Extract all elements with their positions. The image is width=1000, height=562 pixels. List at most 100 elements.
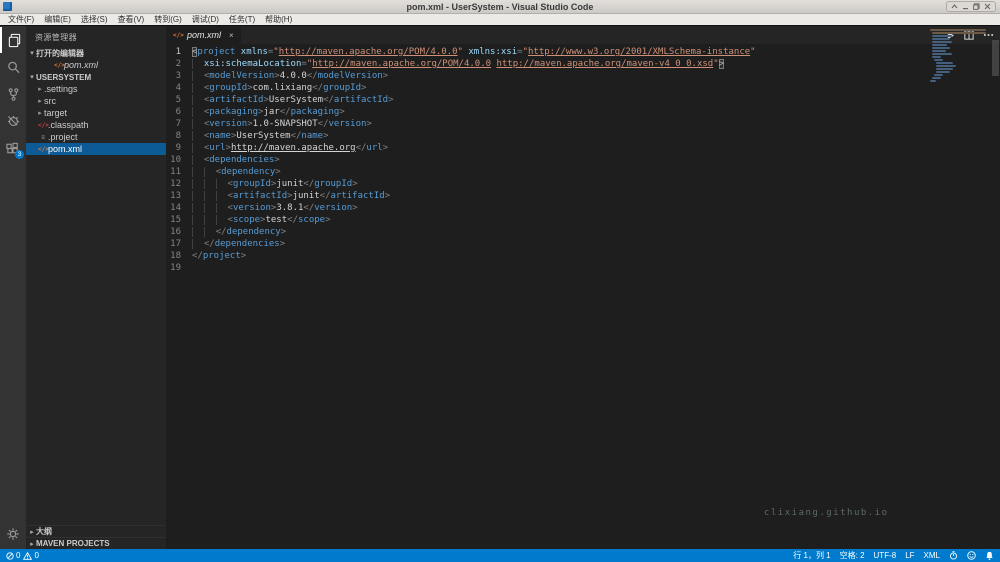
- watermark-text: clixiang.github.io: [764, 508, 889, 518]
- xml-file-icon: </>: [54, 61, 65, 69]
- code-line[interactable]: 16 </dependency>: [166, 226, 1000, 238]
- maximize-button[interactable]: [972, 2, 981, 11]
- open-editors-section[interactable]: ▾ 打开的编辑器: [26, 47, 166, 59]
- code-line[interactable]: 14 <version>3.8.1</version>: [166, 202, 1000, 214]
- window-titlebar: pom.xml - UserSystem - Visual Studio Cod…: [0, 0, 1000, 14]
- problems-errors[interactable]: 0: [6, 551, 20, 560]
- line-number: 2: [175, 59, 181, 69]
- status-item-3[interactable]: LF: [905, 551, 914, 560]
- line-number: 16: [170, 227, 181, 237]
- code-line[interactable]: 1 <project xmlns="http://maven.apache.org…: [166, 46, 1000, 58]
- code-line[interactable]: 3 <modelVersion>4.0.0</modelVersion>: [166, 70, 1000, 82]
- project-root-section[interactable]: ▾ USERSYSTEM: [26, 71, 166, 83]
- code-line[interactable]: 13 <artifactId>junit</artifactId>: [166, 190, 1000, 202]
- code-line[interactable]: 4 <groupId>com.lixiang</groupId>: [166, 82, 1000, 94]
- explorer-icon[interactable]: [0, 27, 26, 53]
- sidebar-title: 资源管理器: [35, 33, 77, 42]
- menu-bar: 文件(F) 编辑(E) 选择(S) 查看(V) 转到(G) 调试(D) 任务(T) 帮助(H): [0, 14, 1000, 26]
- classpath-file-icon: </>: [38, 121, 49, 129]
- rollup-button[interactable]: [950, 2, 959, 11]
- code-line[interactable]: 17 </dependencies>: [166, 238, 1000, 250]
- window-title: pom.xml - UserSystem - Visual Studio Cod…: [406, 1, 594, 12]
- problems-warnings[interactable]: 0: [23, 551, 39, 560]
- minimap[interactable]: [930, 29, 988, 86]
- editor-tab-bar: </> pom.xml ×: [166, 26, 1000, 44]
- menu-item-5[interactable]: 调试(D): [187, 14, 224, 26]
- sidebar-item-pom-xml[interactable]: </> pom.xml: [26, 143, 166, 155]
- sidebar-bottom-sections: ▸ 大纲 ▸ MAVEN PROJECTS: [26, 525, 166, 549]
- chevron-right-icon: ▸: [38, 86, 42, 93]
- stopwatch-icon[interactable]: [949, 551, 958, 560]
- line-number: 18: [170, 251, 181, 261]
- code-line[interactable]: 10 <dependencies>: [166, 154, 1000, 166]
- open-editor-item[interactable]: </> pom.xml: [26, 59, 166, 71]
- menu-item-2[interactable]: 选择(S): [76, 14, 113, 26]
- menu-item-1[interactable]: 编辑(E): [39, 14, 76, 26]
- sidebar-section-1[interactable]: ▸ MAVEN PROJECTS: [26, 537, 166, 549]
- close-button[interactable]: [983, 2, 992, 11]
- menu-item-6[interactable]: 任务(T): [224, 14, 260, 26]
- sidebar-item-classpath[interactable]: </> .classpath: [26, 119, 166, 131]
- chevron-right-icon: ▸: [30, 528, 34, 536]
- xml-file-icon: </>: [38, 145, 49, 153]
- status-item-2[interactable]: UTF-8: [874, 551, 897, 560]
- sidebar-item-settings[interactable]: ▸ .settings: [26, 83, 166, 95]
- menu-item-0[interactable]: 文件(F): [3, 14, 39, 26]
- project-file-icon: ≡: [41, 133, 45, 141]
- tab-label: pom.xml: [187, 30, 222, 40]
- menu-item-4[interactable]: 转到(G): [149, 14, 187, 26]
- code-line[interactable]: 18 </project>: [166, 250, 1000, 262]
- menu-item-3[interactable]: 查看(V): [113, 14, 150, 26]
- code-line[interactable]: 6 <packaging>jar</packaging>: [166, 106, 1000, 118]
- code-line[interactable]: 7 <version>1.0-SNAPSHOT</version>: [166, 118, 1000, 130]
- line-number: 7: [175, 119, 181, 129]
- sidebar-item-project[interactable]: ≡ .project: [26, 131, 166, 143]
- tab-close-icon[interactable]: ×: [229, 31, 234, 40]
- code-line[interactable]: 9 <url>http://maven.apache.org</url>: [166, 142, 1000, 154]
- line-number: 15: [170, 215, 181, 225]
- feedback-smiley-icon[interactable]: [967, 551, 976, 560]
- settings-gear-icon[interactable]: [0, 521, 26, 547]
- chevron-right-icon: ▸: [38, 98, 42, 105]
- line-number: 9: [175, 143, 181, 153]
- sidebar-section-0[interactable]: ▸ 大纲: [26, 525, 166, 537]
- sidebar-item-src[interactable]: ▸ src: [26, 95, 166, 107]
- status-item-1[interactable]: 空格: 2: [840, 550, 865, 561]
- status-bar: 0 0 行 1，列 1 空格: 2 UTF-8 LF XML: [0, 549, 1000, 562]
- code-line[interactable]: 8 <name>UserSystem</name>: [166, 130, 1000, 142]
- chevron-right-icon: ▸: [30, 540, 34, 548]
- editor-scrollbar[interactable]: [992, 40, 999, 76]
- line-number: 1: [175, 47, 181, 57]
- code-line[interactable]: 5 <artifactId>UserSystem</artifactId>: [166, 94, 1000, 106]
- search-icon[interactable]: [0, 54, 26, 80]
- editor-pane: </> pom.xml × 1 <project xmlns="http://ma…: [166, 26, 1000, 549]
- status-item-4[interactable]: XML: [924, 551, 940, 560]
- notifications-bell-icon[interactable]: [985, 551, 994, 560]
- code-line[interactable]: 2 xsi:schemaLocation="http://maven.apach…: [166, 58, 1000, 70]
- status-item-0[interactable]: 行 1，列 1: [793, 550, 830, 561]
- debug-icon[interactable]: [0, 108, 26, 134]
- code-line[interactable]: 12 <groupId>junit</groupId>: [166, 178, 1000, 190]
- line-number: 19: [170, 263, 181, 273]
- warning-icon: [23, 551, 33, 560]
- line-number: 14: [170, 203, 181, 213]
- line-number: 12: [170, 179, 181, 189]
- code-editor[interactable]: 1 <project xmlns="http://maven.apache.org…: [166, 44, 1000, 549]
- activity-bar: 3: [0, 26, 26, 549]
- minimize-button[interactable]: [961, 2, 970, 11]
- code-line[interactable]: 11 <dependency>: [166, 166, 1000, 178]
- line-number: 8: [175, 131, 181, 141]
- error-icon: [6, 551, 14, 560]
- line-number: 5: [175, 95, 181, 105]
- code-line[interactable]: 15 <scope>test</scope>: [166, 214, 1000, 226]
- xml-file-icon: </>: [173, 31, 184, 39]
- window-controls: [946, 1, 996, 12]
- file-tree: ▸ .settings ▸ src ▸ target </> .classpath ≡ .proj…: [26, 83, 166, 155]
- source-control-icon[interactable]: [0, 81, 26, 107]
- tab-pom-xml[interactable]: </> pom.xml ×: [166, 26, 241, 44]
- extensions-icon[interactable]: 3: [0, 135, 26, 161]
- sidebar-item-target[interactable]: ▸ target: [26, 107, 166, 119]
- line-number: 11: [170, 167, 181, 177]
- menu-item-7[interactable]: 帮助(H): [260, 14, 297, 26]
- code-line[interactable]: 19: [166, 262, 1000, 274]
